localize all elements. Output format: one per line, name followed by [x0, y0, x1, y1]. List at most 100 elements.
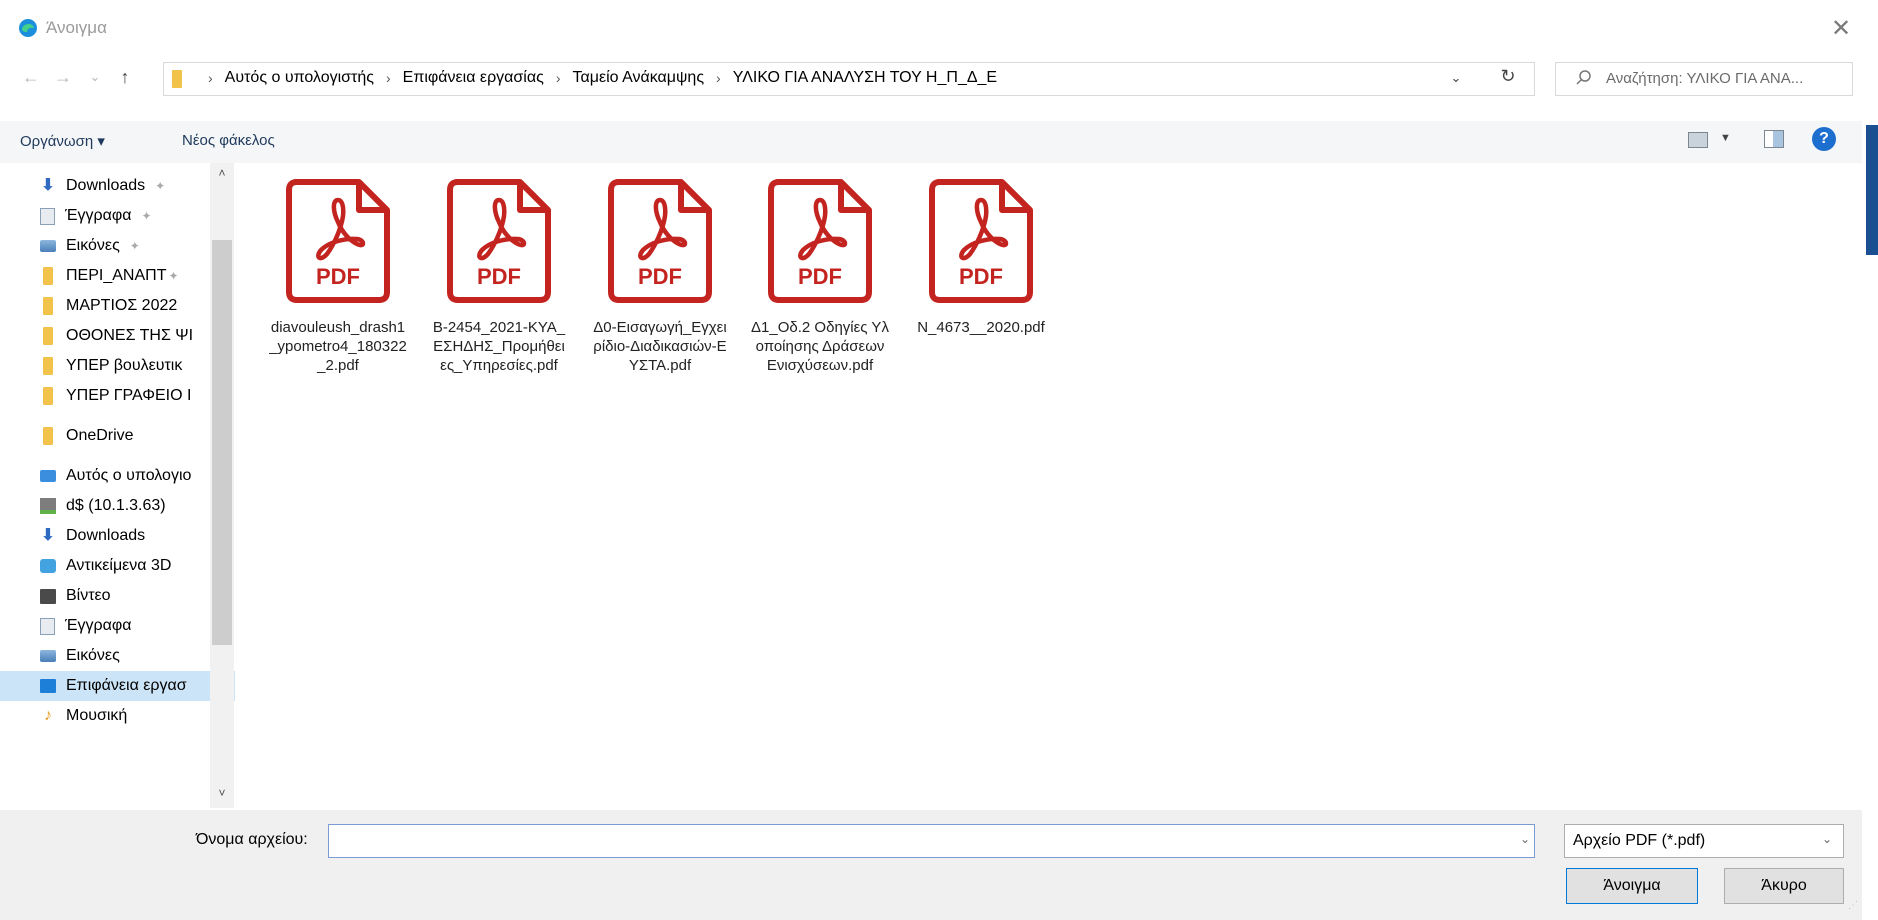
file-type-chevron-icon[interactable]: ⌄ — [1822, 832, 1832, 846]
sidebar-item-label: Εικόνες — [66, 647, 120, 664]
folder-icon — [43, 427, 53, 445]
breadcrumb-separator-icon: › — [555, 70, 561, 86]
sidebar-item-pictures-quick[interactable]: Εικόνες ✦ — [40, 231, 235, 261]
file-item[interactable]: PDF N_4673__2020.pdf — [906, 178, 1056, 337]
address-dropdown-chevron-icon[interactable]: ⌄ — [1444, 66, 1468, 90]
sidebar-item-label: Βίντεο — [66, 587, 111, 604]
change-view-icon[interactable] — [1688, 132, 1708, 148]
pictures-icon — [40, 240, 56, 252]
navigation-pane: ⬇ Downloads ✦ Έγγραφα ✦ Εικόνες ✦ ΠΕΡΙ_Α… — [0, 163, 235, 810]
breadcrumb-item-desktop[interactable]: Επιφάνεια εργασίας — [403, 69, 544, 87]
title-bar — [0, 0, 1866, 56]
open-button[interactable]: Άνοιγμα — [1566, 868, 1698, 904]
folder-icon — [43, 357, 53, 375]
refresh-icon[interactable]: ↻ — [1496, 64, 1520, 88]
folder-icon — [43, 387, 53, 405]
file-item[interactable]: PDF Δ0-Εισαγωγή_Εγχειρίδιο-Διαδικασιών-ΕΥ… — [585, 178, 735, 375]
file-name: Δ1_Οδ.2 Οδηγίες Υλοποίησης Δράσεων Ενισχ… — [751, 319, 889, 374]
file-type-select[interactable]: Αρχείο PDF (*.pdf) — [1564, 824, 1844, 858]
pdf-file-icon: PDF — [286, 179, 390, 303]
recent-locations-chevron-icon[interactable]: ⌄ — [82, 64, 108, 90]
filename-field[interactable] — [328, 824, 1535, 858]
pdf-file-icon: PDF — [608, 179, 712, 303]
sidebar-item-label: ΠΕΡΙ_ΑΝΑΠΤ — [66, 267, 167, 284]
folder-icon — [172, 70, 182, 88]
sidebar-item-label: ΥΠΕΡ ΓΡΑΦΕΙΟ Ι — [66, 387, 192, 404]
breadcrumb-separator-icon: › — [716, 70, 721, 86]
window-title: Άνοιγμα — [46, 18, 107, 37]
organize-button[interactable]: Οργάνωση ▾ — [20, 132, 105, 150]
file-item[interactable]: PDF diavouleush_drash1_ypometro4_180322_2… — [263, 178, 413, 375]
new-folder-button[interactable]: Νέος φάκελος — [182, 132, 275, 149]
scroll-down-icon[interactable]: ˅ — [212, 786, 232, 800]
file-item[interactable]: PDF Δ1_Οδ.2 Οδηγίες Υλοποίησης Δράσεων Εν… — [745, 178, 895, 375]
folder-icon — [43, 267, 53, 285]
file-name: B-2454_2021-ΚΥΑ_ΕΣΗΔΗΣ_Προμήθειες_Υπηρεσ… — [432, 319, 566, 374]
preview-pane-icon[interactable] — [1764, 130, 1784, 148]
sidebar-item-folder[interactable]: ΜΑΡΤΙΟΣ 2022 — [40, 291, 235, 321]
filename-dropdown-chevron-icon[interactable]: ⌄ — [1520, 832, 1530, 846]
sidebar-item-label: Επιφάνεια εργασ — [66, 677, 187, 694]
pdf-file-icon: PDF — [447, 179, 551, 303]
pdf-file-icon: PDF — [768, 179, 872, 303]
breadcrumb-item-current-folder[interactable]: ΥΛΙΚΟ ΓΙΑ ΑΝΑΛΥΣΗ ΤΟΥ Η_Π_Δ_Ε — [733, 69, 997, 87]
search-icon — [1576, 70, 1591, 85]
sidebar-item-label: ΥΠΕΡ βουλευτικ — [66, 357, 183, 374]
resize-grip-icon[interactable]: ⋰ — [1848, 900, 1858, 911]
cancel-button[interactable]: Άκυρο — [1724, 868, 1844, 904]
sidebar-item-music[interactable]: ♪ Μουσική — [40, 701, 235, 731]
desktop-icon — [40, 679, 56, 693]
sidebar-item-folder[interactable]: ΟΘΟΝΕΣ ΤΗΣ ΨΙ — [40, 321, 235, 351]
sidebar-item-downloads-quick[interactable]: ⬇ Downloads ✦ — [40, 171, 235, 201]
sidebar-item-label: ΟΘΟΝΕΣ ΤΗΣ ΨΙ — [66, 327, 194, 344]
sidebar-item-folder[interactable]: ΥΠΕΡ ΓΡΑΦΕΙΟ Ι — [40, 381, 235, 411]
help-icon[interactable]: ? — [1812, 127, 1836, 151]
pin-icon: ✦ — [141, 209, 152, 223]
search-input[interactable]: Αναζήτηση: ΥΛΙΚΟ ΓΙΑ ΑΝΑ... — [1606, 70, 1846, 87]
sidebar-item-label: Αντικείμενα 3D — [66, 557, 172, 574]
breadcrumb[interactable]: › Αυτός ο υπολογιστής › Επιφάνεια εργασί… — [196, 69, 997, 87]
filename-label: Όνομα αρχείου: — [196, 831, 308, 848]
scroll-up-icon[interactable]: ˄ — [212, 166, 232, 180]
view-options-dropdown-icon[interactable]: ▼ — [1720, 132, 1731, 144]
file-item[interactable]: PDF B-2454_2021-ΚΥΑ_ΕΣΗΔΗΣ_Προμήθειες_Υπη… — [424, 178, 574, 375]
sidebar-scrollbar-thumb[interactable] — [212, 240, 232, 645]
computer-icon — [40, 470, 56, 482]
sidebar-item-downloads[interactable]: ⬇ Downloads — [40, 521, 235, 551]
pictures-icon — [40, 650, 56, 662]
music-icon: ♪ — [44, 707, 52, 724]
sidebar-item-label: Downloads — [66, 527, 146, 544]
up-arrow-icon[interactable]: ↑ — [112, 64, 138, 90]
network-drive-icon — [40, 498, 56, 514]
file-name: diavouleush_drash1_ypometro4_180322_2.pd… — [269, 319, 407, 374]
sidebar-item-label: Έγγραφα — [65, 207, 132, 224]
sidebar-item-this-pc[interactable]: Αυτός ο υπολογιο — [40, 461, 235, 491]
sidebar-item-pictures[interactable]: Εικόνες — [40, 641, 235, 671]
sidebar-item-label: Έγγραφα — [65, 617, 132, 634]
pdf-badge-label: PDF — [316, 264, 360, 289]
breadcrumb-item-this-pc[interactable]: Αυτός ο υπολογιστής — [225, 69, 374, 87]
pdf-badge-label: PDF — [477, 264, 521, 289]
sidebar-item-label: ΜΑΡΤΙΟΣ 2022 — [66, 297, 178, 314]
sidebar-item-label: OneDrive — [66, 427, 134, 444]
document-icon — [40, 617, 55, 635]
pin-icon: ✦ — [129, 239, 140, 253]
document-icon — [40, 207, 55, 225]
pdf-file-icon: PDF — [929, 179, 1033, 303]
sidebar-item-documents[interactable]: Έγγραφα — [40, 611, 235, 641]
sidebar-item-videos[interactable]: Βίντεο — [40, 581, 235, 611]
sidebar-item-network-drive[interactable]: d$ (10.1.3.63) — [40, 491, 235, 521]
sidebar-item-folder[interactable]: ΠΕΡΙ_ΑΝΑΠΤ ✦ — [40, 261, 235, 291]
breadcrumb-item-recovery-fund[interactable]: Ταμείο Ανάκαμψης — [572, 69, 704, 87]
back-arrow-icon[interactable]: ← — [18, 64, 44, 90]
pdf-badge-label: PDF — [798, 264, 842, 289]
forward-arrow-icon[interactable]: → — [50, 64, 76, 90]
sidebar-item-label: Αυτός ο υπολογιο — [66, 467, 192, 484]
file-name: N_4673__2020.pdf — [917, 319, 1045, 336]
sidebar-item-desktop[interactable]: Επιφάνεια εργασ — [0, 671, 235, 701]
close-icon[interactable]: ✕ — [1826, 14, 1856, 44]
sidebar-item-folder[interactable]: ΥΠΕΡ βουλευτικ — [40, 351, 235, 381]
sidebar-item-onedrive[interactable]: OneDrive — [40, 421, 235, 451]
sidebar-item-3d-objects[interactable]: Αντικείμενα 3D — [40, 551, 235, 581]
sidebar-item-documents-quick[interactable]: Έγγραφα ✦ — [40, 201, 235, 231]
